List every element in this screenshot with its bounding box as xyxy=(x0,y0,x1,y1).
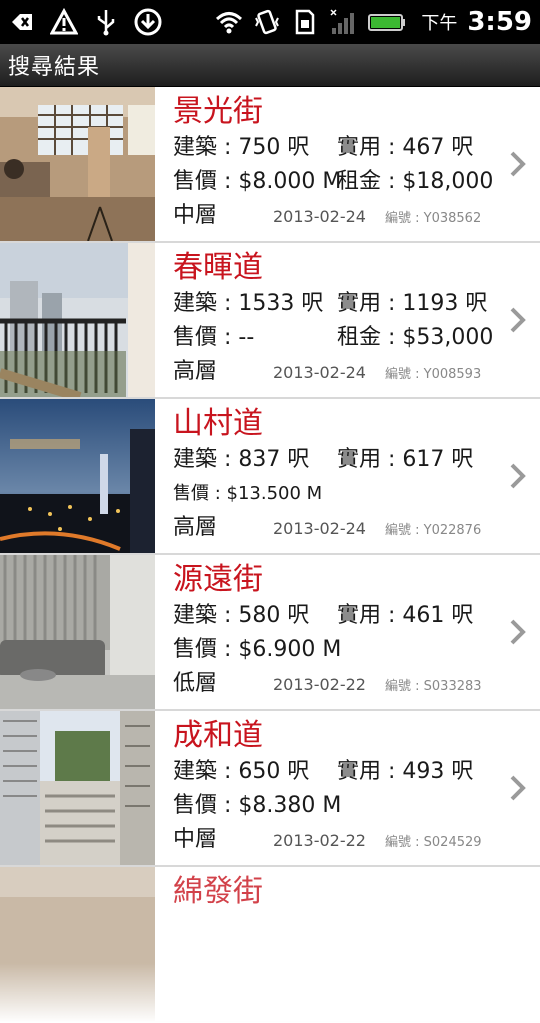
sale-price: 售價 : $6.900 M xyxy=(173,637,342,662)
status-time: 3:59 xyxy=(467,7,532,37)
gross-area: 建築 : 580 呎 xyxy=(173,603,310,628)
listing-date: 2013-02-24 xyxy=(273,519,366,538)
net-area: 實用 : 461 呎 xyxy=(337,603,474,628)
listing-street: 成和道 xyxy=(173,718,263,753)
sd-card-icon xyxy=(291,8,319,36)
net-area: 實用 : 467 呎 xyxy=(337,135,474,160)
sale-price: 售價 : $8.000 M xyxy=(173,169,342,194)
listing-street: 山村道 xyxy=(173,406,263,441)
listing-date: 2013-02-24 xyxy=(273,207,366,226)
warning-icon xyxy=(50,8,78,36)
net-area: 實用 : 493 呎 xyxy=(337,759,474,784)
title-bar: 搜尋結果 xyxy=(0,44,540,87)
listing-photo xyxy=(0,555,155,709)
gross-area: 建築 : 837 呎 xyxy=(173,447,310,472)
listing-photo xyxy=(0,87,155,241)
listing-date: 2013-02-22 xyxy=(273,831,366,850)
listing-ref: 編號 : Y038562 xyxy=(385,211,482,226)
list-item[interactable]: 綿發街 xyxy=(0,867,540,1023)
rent-price: 租金 : $53,000 xyxy=(337,325,494,350)
list-item[interactable]: 景光街 建築 : 750 呎 實用 : 467 呎 售價 : $8.000 M … xyxy=(0,87,540,243)
battery-icon xyxy=(367,8,407,36)
listing-photo xyxy=(0,867,155,1021)
list-item[interactable]: 成和道 建築 : 650 呎 實用 : 493 呎 售價 : $8.380 M … xyxy=(0,711,540,867)
listing-street: 春暉道 xyxy=(173,250,263,285)
listing-street: 綿發街 xyxy=(173,874,263,909)
listing-street: 源遠街 xyxy=(173,562,263,597)
list-item[interactable]: 山村道 建築 : 837 呎 實用 : 617 呎 售價 : $13.500 M… xyxy=(0,399,540,555)
floor-level: 中層 xyxy=(173,827,218,852)
listing-street: 景光街 xyxy=(173,94,263,129)
list-item[interactable]: 春暉道 建築 : 1533 呎 實用 : 1193 呎 售價 : -- 租金 :… xyxy=(0,243,540,399)
listing-photo xyxy=(0,243,155,397)
listing-date: 2013-02-24 xyxy=(273,363,366,382)
search-results-list[interactable]: 景光街 建築 : 750 呎 實用 : 467 呎 售價 : $8.000 M … xyxy=(0,87,540,1023)
page-title: 搜尋結果 xyxy=(8,55,101,80)
sale-price: 售價 : -- xyxy=(173,325,255,350)
listing-ref: 編號 : Y022876 xyxy=(385,523,482,538)
sale-price: 售價 : $13.500 M xyxy=(173,483,323,504)
listing-ref: 編號 : S024529 xyxy=(385,835,482,850)
chevron-right-icon xyxy=(510,775,526,801)
chevron-right-icon xyxy=(510,463,526,489)
listing-photo xyxy=(0,711,155,865)
floor-level: 高層 xyxy=(173,359,218,384)
usb-icon xyxy=(92,8,120,36)
back-icon xyxy=(8,8,36,36)
net-area: 實用 : 617 呎 xyxy=(337,447,474,472)
status-bar: 下午 3:59 xyxy=(0,0,540,44)
sale-price: 售價 : $8.380 M xyxy=(173,793,342,818)
gross-area: 建築 : 750 呎 xyxy=(173,135,310,160)
vibrate-icon xyxy=(253,8,281,36)
listing-ref: 編號 : S033283 xyxy=(385,679,482,694)
gross-area: 建築 : 650 呎 xyxy=(173,759,310,784)
list-item[interactable]: 源遠街 建築 : 580 呎 實用 : 461 呎 售價 : $6.900 M … xyxy=(0,555,540,711)
listing-ref: 編號 : Y008593 xyxy=(385,367,482,382)
floor-level: 高層 xyxy=(173,515,218,540)
wifi-icon xyxy=(215,8,243,36)
chevron-right-icon xyxy=(510,619,526,645)
chevron-right-icon xyxy=(510,151,526,177)
chevron-right-icon xyxy=(510,307,526,333)
listing-photo xyxy=(0,399,155,553)
signal-icon xyxy=(329,8,357,36)
floor-level: 低層 xyxy=(173,671,218,696)
floor-level: 中層 xyxy=(173,203,218,228)
status-ampm: 下午 xyxy=(421,13,458,34)
rent-price: 租金 : $18,000 xyxy=(337,169,494,194)
listing-date: 2013-02-22 xyxy=(273,675,366,694)
gross-area: 建築 : 1533 呎 xyxy=(173,291,324,316)
net-area: 實用 : 1193 呎 xyxy=(337,291,488,316)
download-icon xyxy=(134,8,162,36)
